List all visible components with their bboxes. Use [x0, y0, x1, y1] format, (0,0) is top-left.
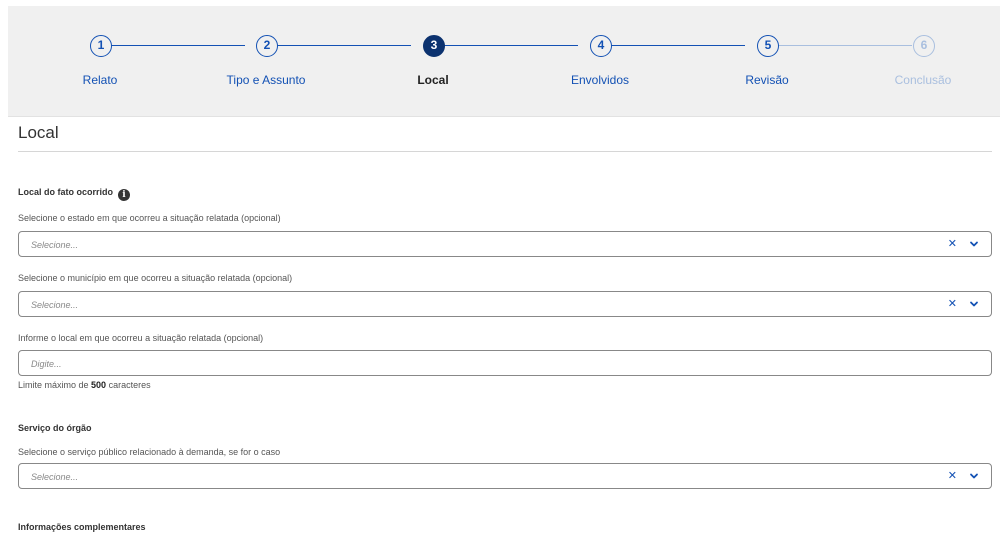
servico-placeholder: Selecione...	[31, 472, 79, 482]
step-label: Relato	[82, 73, 118, 87]
step-number: 4	[590, 35, 612, 57]
hint-prefix: Limite máximo de	[18, 380, 92, 390]
servico-select[interactable]: Selecione... ✕	[18, 463, 992, 489]
step-connector	[433, 45, 578, 46]
local-label: Informe o local em que ocorreu a situaçã…	[18, 333, 264, 343]
step-number: 1	[90, 35, 112, 57]
local-placeholder: Digite...	[31, 359, 62, 369]
municipio-select[interactable]: Selecione... ✕	[18, 291, 992, 317]
step-label: Conclusão	[894, 73, 952, 87]
estado-label: Selecione o estado em que ocorreu a situ…	[18, 213, 281, 223]
step-number: 6	[913, 35, 935, 57]
hint-suffix: caracteres	[106, 380, 151, 390]
hint-number: 500	[91, 380, 107, 390]
step-connector	[767, 45, 912, 46]
step-label: Local	[417, 73, 449, 87]
step-label: Revisão	[745, 73, 789, 87]
municipio-placeholder: Selecione...	[31, 300, 79, 310]
estado-placeholder: Selecione...	[31, 240, 79, 250]
step-number: 5	[757, 35, 779, 57]
local-group-title: Local do fato ocorrido i	[18, 187, 131, 201]
chevron-down-icon[interactable]	[968, 298, 980, 310]
close-icon[interactable]: ✕	[948, 297, 957, 310]
close-icon[interactable]: ✕	[948, 469, 957, 482]
step-number: 3	[423, 35, 445, 57]
info-icon[interactable]: i	[118, 189, 131, 201]
complementares-group-title: Informações complementares	[18, 522, 146, 532]
progress-stepper: 1 Relato 2 Tipo e Assunto 3 Local 4 Envo…	[8, 6, 1000, 117]
step-label: Tipo e Assunto	[226, 73, 306, 87]
page-title: Local	[18, 123, 59, 142]
step-connector	[600, 45, 745, 46]
servico-label: Selecione o serviço público relacionado …	[18, 447, 281, 457]
char-limit-hint: Limite máximo de 500 caracteres	[18, 380, 151, 390]
municipio-label: Selecione o município em que ocorreu a s…	[18, 273, 293, 283]
servico-group-title: Serviço do órgão	[18, 423, 92, 433]
step-number: 2	[256, 35, 278, 57]
title-divider	[18, 151, 992, 152]
estado-select[interactable]: Selecione... ✕	[18, 231, 992, 257]
local-group-title-text: Local do fato ocorrido	[18, 187, 114, 197]
local-input[interactable]: Digite...	[18, 350, 992, 376]
step-connector	[266, 45, 411, 46]
step-connector	[111, 45, 245, 46]
step-label: Envolvidos	[570, 73, 630, 87]
chevron-down-icon[interactable]	[968, 238, 980, 250]
close-icon[interactable]: ✕	[948, 237, 957, 250]
chevron-down-icon[interactable]	[968, 470, 980, 482]
